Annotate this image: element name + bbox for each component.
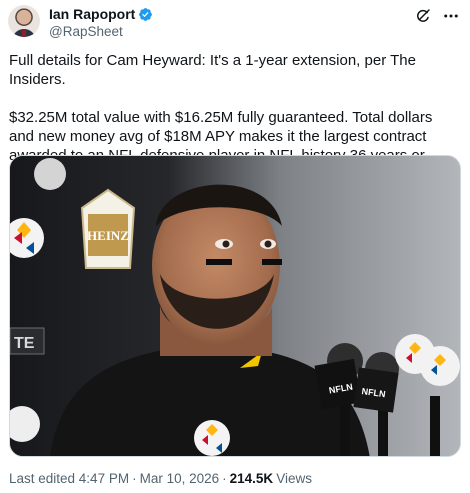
- avatar-tie: [22, 29, 26, 37]
- backdrop-logo-steelers-2: [34, 158, 66, 190]
- grok-icon[interactable]: [414, 7, 432, 25]
- press-conference-photo: HEINZ TE NFLN NFLN: [10, 156, 460, 456]
- views-count[interactable]: 214.5K: [230, 471, 274, 487]
- more-icon[interactable]: [442, 7, 460, 25]
- author-name-row: Ian Rapoport: [49, 6, 153, 23]
- tweet-card: Ian Rapoport @RapSheet Full details for …: [0, 0, 470, 493]
- verified-badge-icon[interactable]: [138, 7, 153, 22]
- backdrop-sign: TE: [10, 327, 45, 355]
- tweet-paragraph-1: Full details for Cam Heyward: It's a 1-y…: [9, 52, 416, 88]
- backdrop-sign-text: TE: [14, 335, 35, 352]
- metadata-separator-2: ·: [222, 471, 227, 486]
- author-handle[interactable]: @RapSheet: [49, 24, 123, 40]
- shirt-steelers-logo: [194, 420, 230, 456]
- avatar[interactable]: [8, 5, 40, 37]
- author-display-name[interactable]: Ian Rapoport: [49, 6, 135, 23]
- heinz-text: HEINZ: [87, 228, 129, 243]
- tweet-photo[interactable]: HEINZ TE NFLN NFLN: [9, 155, 461, 457]
- header-actions: [414, 7, 460, 25]
- metadata-separator: ·: [132, 471, 137, 486]
- tweet-date[interactable]: Mar 10, 2026: [140, 471, 220, 487]
- edited-timestamp[interactable]: Last edited 4:47 PM: [9, 471, 129, 487]
- backdrop-heinz-logo: HEINZ: [80, 188, 136, 269]
- eye-black-right: [262, 259, 282, 265]
- tweet-header: Ian Rapoport @RapSheet: [8, 5, 462, 41]
- eye-black-left: [206, 259, 232, 265]
- views-label: Views: [276, 471, 312, 486]
- tweet-metadata: Last edited 4:47 PM · Mar 10, 2026 · 214…: [9, 471, 312, 487]
